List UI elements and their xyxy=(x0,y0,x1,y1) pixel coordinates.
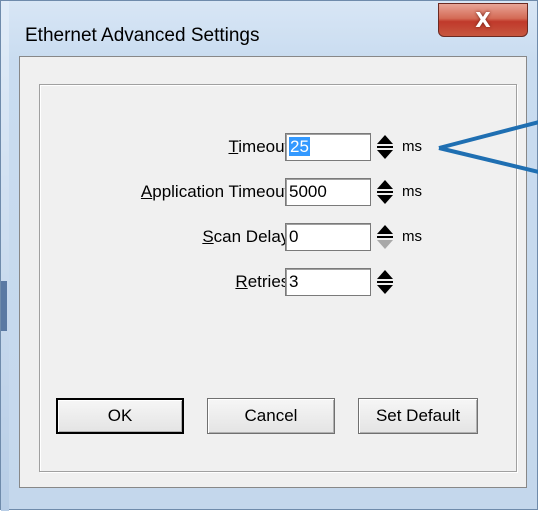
annotation-pointer-lines xyxy=(438,120,538,174)
dialog-window: Ethernet Advanced Settings X Timeout: 25… xyxy=(0,0,538,511)
